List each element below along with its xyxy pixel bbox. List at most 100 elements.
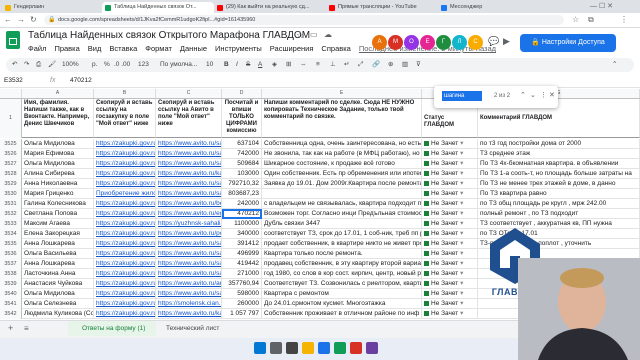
dropdown-chevron-icon[interactable]: ▾ [458, 230, 463, 237]
header-goszakupka[interactable]: Скопируй и вставь ссылку на госзакупку в… [94, 99, 156, 138]
checkbox-icon[interactable] [424, 160, 429, 166]
cell-goszakupka-link[interactable]: Приобретение жилог [94, 189, 156, 199]
dropdown-chevron-icon[interactable]: ▾ [458, 270, 463, 277]
collaborator-avatar[interactable]: М [388, 35, 403, 50]
menu-file[interactable]: Файл [28, 44, 46, 53]
cell-avito-link[interactable]: https://www.avito.ru/ber [156, 199, 222, 209]
collaborator-avatar[interactable]: С [468, 35, 483, 50]
column-header-b[interactable]: B [94, 89, 156, 98]
sheet-tab-technical[interactable]: Технический лист [166, 321, 219, 336]
cell-goszakupka-link[interactable]: https://zakupki.gov.ru/ [94, 199, 156, 209]
cell-status[interactable]: Не Зачет ▾ [422, 179, 478, 189]
cell-goszakupka-link[interactable]: https://zakupki.gov.ru/ [94, 169, 156, 179]
cell-avito-link[interactable]: https://www.avito.ru/sar [156, 189, 222, 199]
app-icon[interactable] [366, 342, 378, 354]
cell-name[interactable]: Ласточкина Анна [22, 269, 94, 279]
cell-comment[interactable]: продает собственник, в квартире никто не… [262, 239, 422, 249]
cell-status[interactable]: Не Зачет ▾ [422, 299, 478, 309]
formula-input[interactable]: 470212 [70, 76, 92, 86]
find-input[interactable]: шагина [442, 91, 482, 101]
header-avito[interactable]: Скопируй и вставь ссылку на Авито в поле… [156, 99, 222, 138]
cell-avito-link[interactable]: https://www.avito.ru/ege [156, 209, 222, 219]
checkbox-icon[interactable] [424, 200, 429, 206]
sheets-logo-icon[interactable] [6, 31, 20, 49]
cell-avito-link[interactable]: https://www.avito.ru/sar [156, 139, 222, 149]
cell-commission[interactable]: 340000 [222, 229, 262, 239]
cell-commission[interactable]: 637104 [222, 139, 262, 149]
row-number[interactable]: 3526 [0, 149, 22, 159]
all-sheets-icon[interactable]: ≡ [24, 321, 29, 336]
document-title[interactable]: Таблица Найденных связок Открытого Мараф… [28, 30, 310, 41]
video-call-icon[interactable]: ▶ [503, 36, 510, 47]
dropdown-chevron-icon[interactable]: ▾ [458, 250, 463, 257]
chart-icon[interactable]: ▥ [402, 58, 408, 72]
cell-name[interactable]: Ольга Мидилова [22, 289, 94, 299]
find-more-icon[interactable]: ⋮ [540, 90, 547, 101]
cell-comment[interactable]: соответствует ТЗ, срок до 17.01, 1 соб-н… [262, 229, 422, 239]
dropdown-chevron-icon[interactable]: ▾ [458, 180, 463, 187]
cell-comment[interactable] [262, 189, 422, 199]
cell-name[interactable]: Ольга Селезнева [22, 299, 94, 309]
cell-glavdom-comment[interactable]: Т3 среднее этаж [478, 149, 640, 159]
borders-icon[interactable]: ⊞ [286, 58, 291, 72]
cell-goszakupka-link[interactable]: https://zakupki.gov.ru/ [94, 149, 156, 159]
cell-status[interactable]: Не Зачет ▾ [422, 139, 478, 149]
dropdown-chevron-icon[interactable]: ▾ [458, 160, 463, 167]
browser-tab-1[interactable]: Гендерлаин [2, 2, 102, 13]
cell-name[interactable]: Елена Закорецкая [22, 229, 94, 239]
row-number[interactable]: 3532 [0, 209, 22, 219]
row-number[interactable]: 3529 [0, 179, 22, 189]
cell-name[interactable]: Ольга Васильева [22, 249, 94, 259]
windows-start-icon[interactable] [254, 342, 266, 354]
menu-kebab-icon[interactable]: ⋮ [620, 15, 628, 25]
cell-avito-link[interactable]: https://smolensk.cian.ru [156, 299, 222, 309]
zoom-select[interactable]: 100% [62, 58, 79, 72]
cell-name[interactable]: Мария Гриценко [22, 189, 94, 199]
cell-goszakupka-link[interactable]: https://zakupki.gov.ru/ [94, 139, 156, 149]
menu-tools[interactable]: Инструменты [215, 44, 262, 53]
cell-commission[interactable]: 598000 [222, 289, 262, 299]
cell-comment[interactable]: год 1980, со слов в кор сост. кирпич, це… [262, 269, 422, 279]
cell-comment[interactable]: Шикарное состояние, к продаже всё готово [262, 159, 422, 169]
dropdown-chevron-icon[interactable]: ▾ [458, 140, 463, 147]
checkbox-icon[interactable] [424, 260, 429, 266]
cell-name[interactable]: Ольга Мидилова [22, 139, 94, 149]
column-header-a[interactable]: A [22, 89, 94, 98]
task-view-icon[interactable] [286, 342, 298, 354]
cell-commission[interactable]: 1 057 797 [222, 309, 262, 319]
checkbox-icon[interactable] [424, 310, 429, 316]
cell-comment[interactable]: Соответствует ТЗ. Созвонилась с риелторо… [262, 279, 422, 289]
cell-name[interactable]: Мария Ефимова [22, 149, 94, 159]
collaborator-avatar[interactable]: Е [420, 35, 435, 50]
row-number[interactable]: 3534 [0, 229, 22, 239]
cell-status[interactable]: Не Зачет ▾ [422, 309, 478, 319]
collaborator-avatar[interactable]: Г [436, 35, 451, 50]
cell-commission[interactable]: 803687,23 [222, 189, 262, 199]
cell-glavdom-comment[interactable]: по ТЗ общ площадь ре кругл , мрж 242.00 [478, 199, 640, 209]
dropdown-chevron-icon[interactable]: ▾ [458, 170, 463, 177]
decimal-buttons[interactable]: .0 .00 [114, 58, 130, 72]
currency-format-button[interactable]: р. [92, 58, 97, 72]
extensions-icon[interactable]: ⧉ [588, 15, 594, 25]
checkbox-icon[interactable] [424, 240, 429, 246]
collaborator-avatar[interactable]: Л [452, 35, 467, 50]
sheet-tab-responses[interactable]: Ответы на форму (1) [68, 321, 156, 336]
strikethrough-icon[interactable]: S [246, 58, 250, 72]
row-number[interactable]: 3533 [0, 219, 22, 229]
collaborator-avatar[interactable]: О [404, 35, 419, 50]
cell-goszakupka-link[interactable]: https://zakupki.gov.ru/ [94, 289, 156, 299]
cell-status[interactable]: Не Зачет ▾ [422, 259, 478, 269]
move-folder-icon[interactable]: ▭ [310, 30, 318, 39]
cell-comment[interactable]: продавец собственник, в эту квартиру вто… [262, 259, 422, 269]
menu-edit[interactable]: Правка [54, 44, 79, 53]
share-button[interactable]: 🔒 Настройки Доступа [520, 34, 616, 52]
cell-avito-link[interactable]: https://www.avito.ru/sar [156, 269, 222, 279]
cell-glavdom-comment[interactable]: По ТЗ квартира равно [478, 189, 640, 199]
name-box[interactable]: E3532 [4, 76, 40, 86]
app-icon[interactable] [350, 342, 362, 354]
cell-comment[interactable]: с владельцем не связывалась, квартира по… [262, 199, 422, 209]
cell-name[interactable]: Людмила Куликова (Сол [22, 309, 94, 319]
menu-view[interactable]: Вид [88, 44, 102, 53]
row-number[interactable]: 3535 [0, 239, 22, 249]
search-icon[interactable] [270, 342, 282, 354]
